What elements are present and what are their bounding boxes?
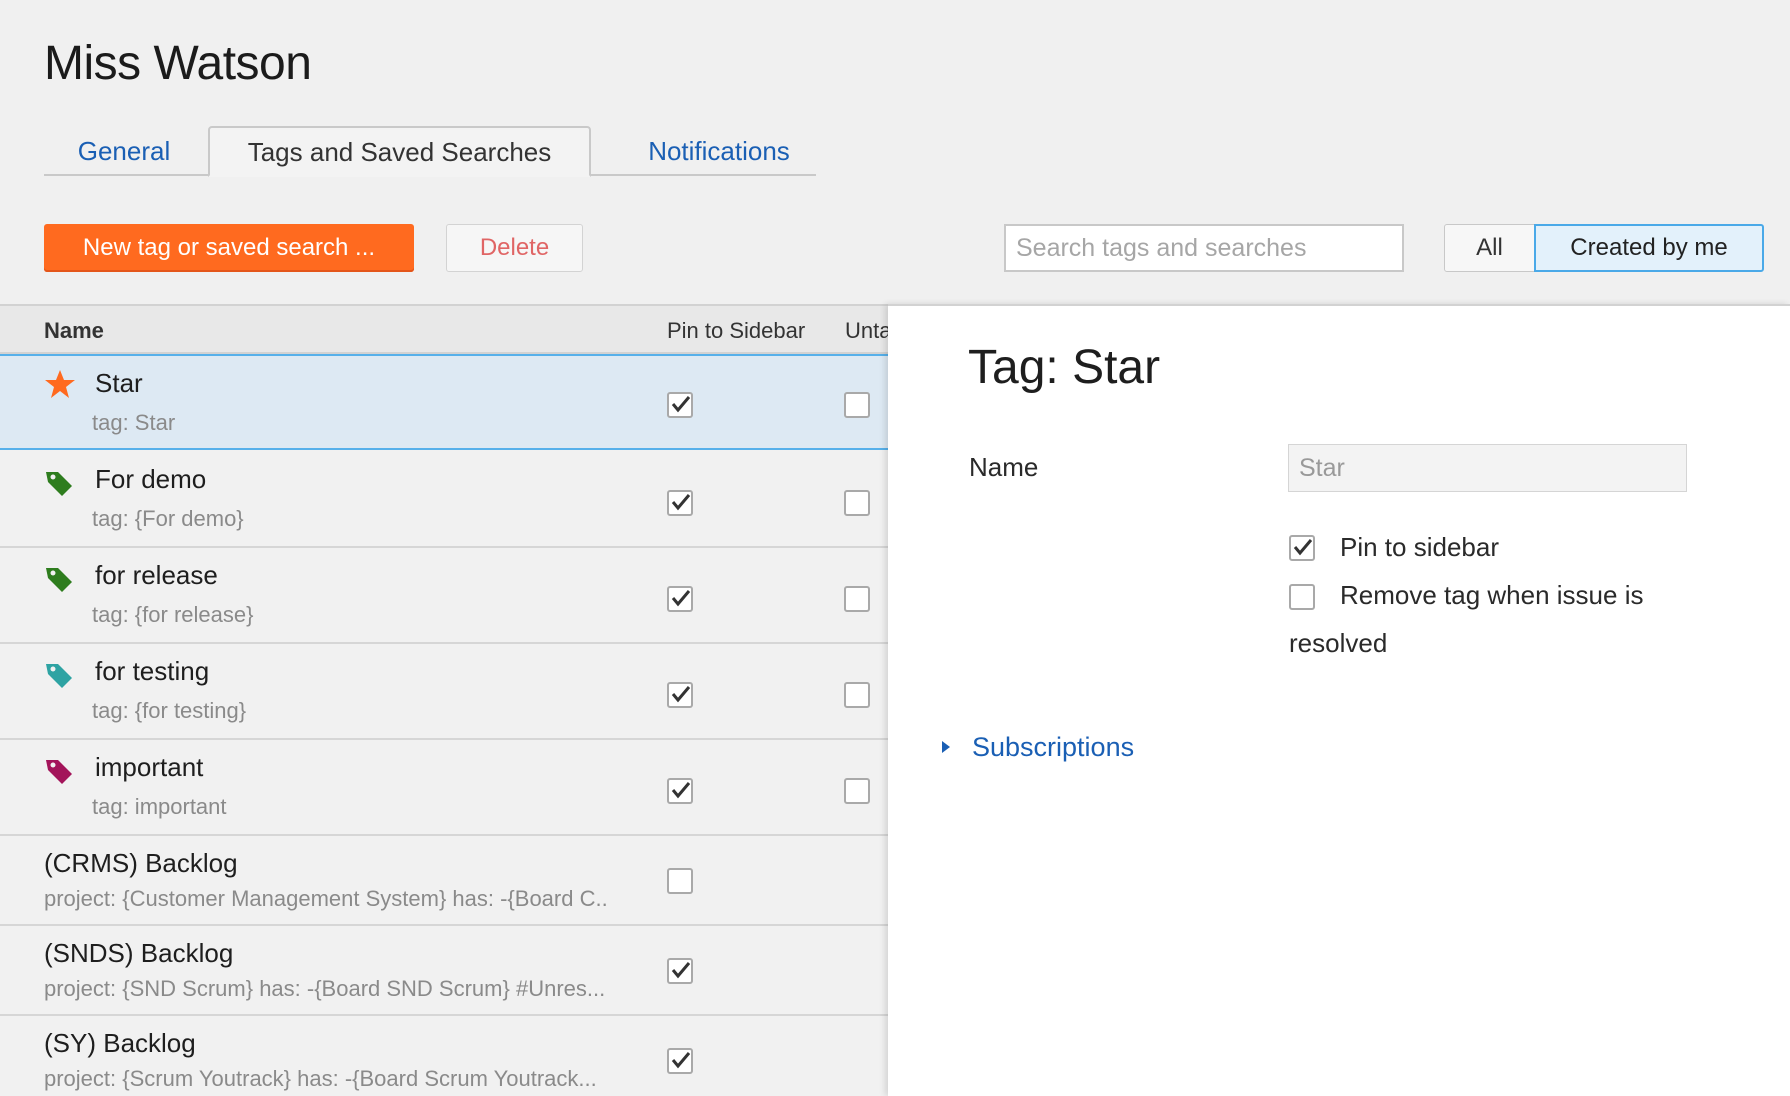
list-item[interactable]: for testing tag: {for testing}	[0, 644, 888, 740]
tab-general[interactable]: General	[44, 127, 204, 176]
remove-tag-label: Remove tag when issue is	[1340, 580, 1644, 610]
pin-checkbox[interactable]	[667, 586, 693, 612]
untag-checkbox[interactable]	[844, 778, 870, 804]
item-title: for release	[95, 560, 218, 590]
page-title: Miss Watson	[44, 37, 312, 90]
list-item[interactable]: (SY) Backlog project: {Scrum Youtrack} h…	[0, 1016, 888, 1096]
item-subtitle: project: {Scrum Youtrack} has: -{Board S…	[44, 1066, 597, 1091]
untag-checkbox[interactable]	[844, 490, 870, 516]
column-header-untag[interactable]: Untag on resolve	[845, 318, 888, 344]
filter-all-button[interactable]: All	[1444, 224, 1535, 272]
item-subtitle: tag: {For demo}	[92, 506, 244, 531]
tags-list-panel: Name Pin to Sidebar Untag on resolve Sta…	[0, 304, 888, 1096]
item-subtitle: tag: {for release}	[92, 602, 254, 627]
item-subtitle: project: {Customer Management System} ha…	[44, 886, 608, 911]
item-title: (CRMS) Backlog	[44, 848, 238, 878]
detail-title: Tag: Star	[968, 341, 1161, 394]
item-subtitle: project: {SND Scrum} has: -{Board SND Sc…	[44, 976, 606, 1001]
tab-bar: General Tags and Saved Searches Notifica…	[44, 126, 816, 177]
column-header-name[interactable]: Name	[44, 318, 104, 344]
caret-right-icon	[942, 740, 950, 753]
list-item[interactable]: (CRMS) Backlog project: {Customer Manage…	[0, 836, 888, 926]
tag-detail-panel: Tag: Star Name Pin to sidebar Remove tag…	[888, 304, 1790, 1096]
name-label: Name	[969, 452, 1039, 482]
item-subtitle: tag: important	[92, 794, 227, 819]
pin-checkbox[interactable]	[667, 392, 693, 418]
pin-checkbox[interactable]	[667, 1048, 693, 1074]
pin-to-sidebar-label: Pin to sidebar	[1340, 532, 1499, 562]
pin-checkbox[interactable]	[667, 682, 693, 708]
item-subtitle: tag: {for testing}	[92, 698, 247, 723]
list-item[interactable]: Star tag: Star	[0, 354, 888, 450]
pin-to-sidebar-checkbox[interactable]	[1289, 535, 1315, 561]
star-icon	[45, 370, 75, 398]
list-header: Name Pin to Sidebar Untag on resolve	[0, 306, 888, 354]
filter-created-by-me-button[interactable]: Created by me	[1534, 224, 1764, 272]
tab-notifications[interactable]: Notifications	[624, 127, 814, 176]
item-title: for testing	[95, 656, 210, 686]
tag-icon	[46, 760, 72, 784]
delete-button[interactable]: Delete	[446, 224, 583, 272]
list-item[interactable]: important tag: important	[0, 740, 888, 836]
list-item[interactable]: for release tag: {for release}	[0, 548, 888, 644]
item-title: (SNDS) Backlog	[44, 938, 234, 968]
new-tag-button[interactable]: New tag or saved search ...	[44, 224, 414, 272]
item-title: (SY) Backlog	[44, 1028, 196, 1058]
list-item[interactable]: For demo tag: {For demo}	[0, 452, 888, 548]
column-header-pin[interactable]: Pin to Sidebar	[667, 318, 805, 344]
untag-checkbox[interactable]	[844, 682, 870, 708]
subscriptions-toggle[interactable]: Subscriptions	[942, 732, 1134, 763]
remove-tag-checkbox[interactable]	[1289, 584, 1315, 610]
name-field[interactable]	[1288, 444, 1687, 492]
pin-checkbox[interactable]	[667, 778, 693, 804]
untag-checkbox[interactable]	[844, 392, 870, 418]
pin-checkbox[interactable]	[667, 868, 693, 894]
item-subtitle: tag: Star	[92, 410, 176, 435]
item-title: Star	[95, 368, 143, 398]
item-title: important	[95, 752, 204, 782]
untag-checkbox[interactable]	[844, 586, 870, 612]
tag-icon	[46, 568, 72, 592]
tab-tags-and-saved-searches[interactable]: Tags and Saved Searches	[208, 126, 591, 177]
remove-tag-label-cont: resolved	[1289, 628, 1388, 658]
search-input[interactable]	[1004, 224, 1404, 272]
list-item[interactable]: (SNDS) Backlog project: {SND Scrum} has:…	[0, 926, 888, 1016]
pin-checkbox[interactable]	[667, 490, 693, 516]
pin-checkbox[interactable]	[667, 958, 693, 984]
subscriptions-label: Subscriptions	[972, 732, 1135, 762]
tag-icon	[46, 472, 72, 496]
item-title: For demo	[95, 464, 207, 494]
tag-icon	[46, 664, 72, 688]
